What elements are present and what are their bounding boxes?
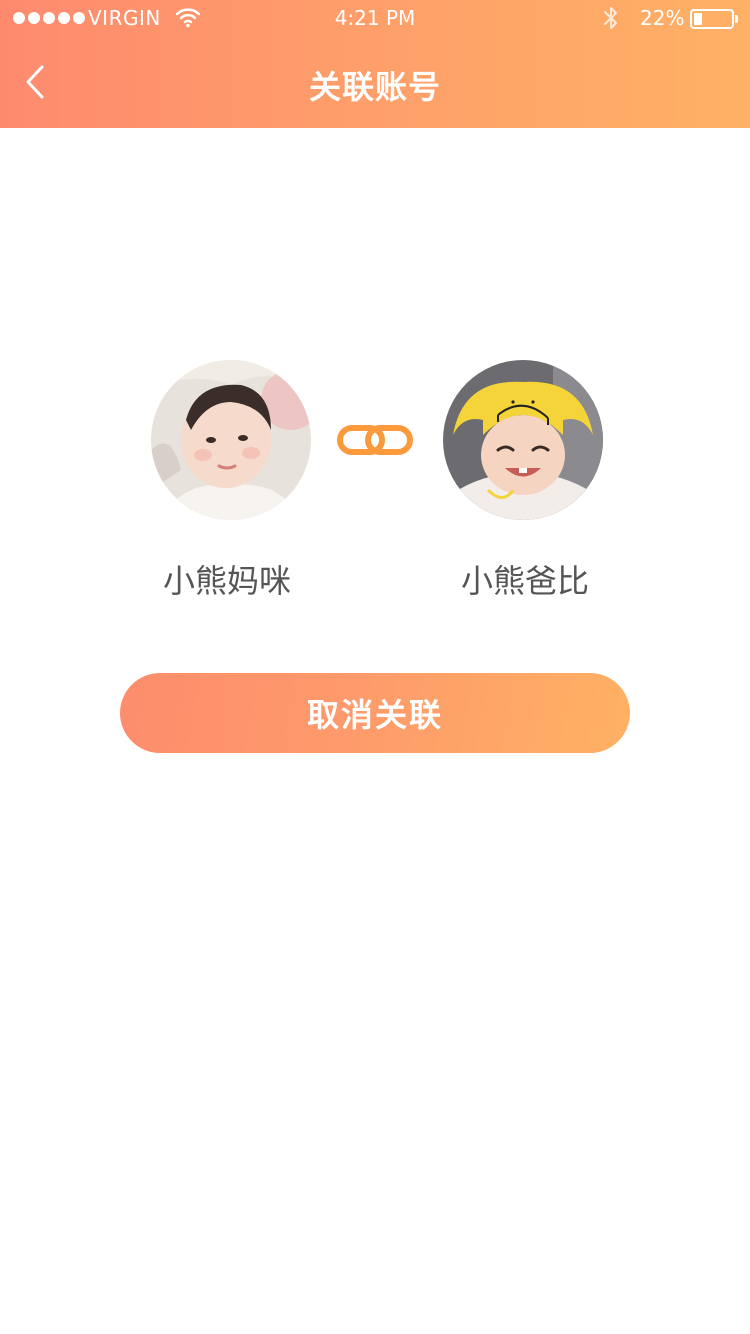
page-title: 关联账号 [308,68,441,106]
unlink-button[interactable]: 取消关联 [120,673,630,753]
bluetooth-icon [601,4,621,37]
header-bar: VIRGIN 4:21 PM 22% 关联账号 [0,0,750,128]
battery-tip [735,15,738,23]
status-bar: VIRGIN 4:21 PM 22% [0,0,750,40]
chain-link-icon [337,423,413,461]
status-time: 4:21 PM [334,6,416,30]
battery-icon [690,9,734,29]
navigation-bar: 关联账号 [0,40,750,128]
avatar-left[interactable] [151,360,311,520]
account-name-left: 小熊妈咪 [162,562,291,600]
battery-percent: 22% [640,6,685,30]
battery-level [694,13,702,25]
avatar-right[interactable] [443,360,603,520]
account-name-right: 小熊爸比 [460,562,589,600]
